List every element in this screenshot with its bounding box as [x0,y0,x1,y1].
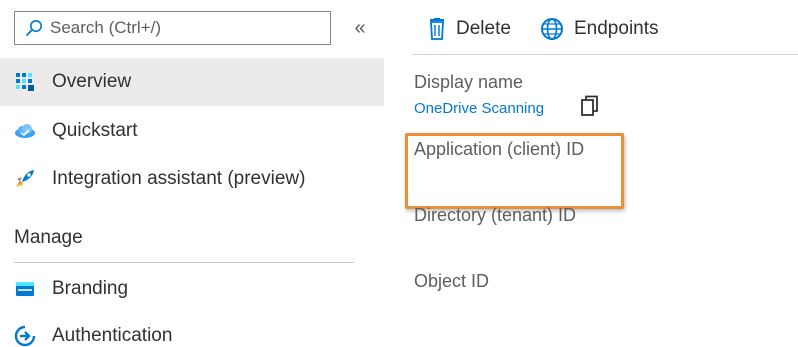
copy-to-clipboard-button[interactable] [580,95,602,117]
section-divider [14,262,354,263]
nav-item-label: Authentication [52,325,173,346]
copy-icon [581,95,598,116]
cloud-quickstart-icon [13,119,37,143]
command-bar-divider [412,54,798,55]
nav-item-overview[interactable]: Overview [0,58,384,106]
endpoints-button[interactable]: Endpoints [540,12,659,46]
search-icon [26,20,42,36]
endpoints-label: Endpoints [574,18,659,39]
object-id-label: Object ID [414,271,490,291]
nav-item-label: Quickstart [52,120,138,141]
delete-label: Delete [456,18,511,39]
nav-item-integration-assistant[interactable]: Integration assistant (preview) [0,155,384,203]
nav-item-quickstart[interactable]: Quickstart [0,107,384,155]
rocket-icon [13,167,37,191]
nav-item-label: Overview [52,71,132,92]
search-box[interactable] [14,11,331,45]
globe-icon [541,18,563,40]
section-header-manage: Manage [14,227,83,248]
nav-item-authentication[interactable]: Authentication [0,312,384,347]
nav-item-label: Branding [52,278,129,299]
authentication-icon [13,324,37,347]
search-input[interactable] [50,18,320,38]
trash-icon [430,18,444,40]
delete-button[interactable]: Delete [428,12,511,46]
left-navigation: « Overview Quickstart [0,0,384,347]
nav-item-label: Integration assistant (preview) [52,168,306,189]
display-name-label: Display name [414,72,524,92]
directory-id-label: Directory (tenant) ID [414,205,577,225]
highlight-annotation-box [405,133,624,209]
overview-grid-icon [13,70,37,94]
nav-item-branding[interactable]: Branding [0,265,384,313]
display-name-link[interactable]: OneDrive Scanning [414,100,544,117]
branding-icon [13,277,37,301]
collapse-menu-button[interactable]: « [349,15,371,41]
